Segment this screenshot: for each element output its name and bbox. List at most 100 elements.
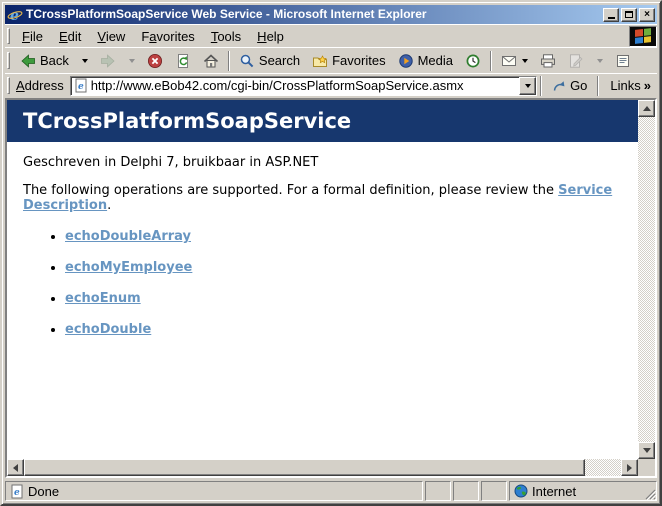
search-button[interactable]: Search: [233, 50, 306, 72]
back-button[interactable]: Back: [14, 50, 75, 72]
close-icon: ×: [644, 8, 650, 20]
list-item: echoEnum: [65, 291, 638, 306]
svg-text:e: e: [78, 82, 84, 92]
addressbar-separator: [597, 75, 600, 96]
horizontal-scroll-track[interactable]: [24, 459, 621, 476]
address-label: Address: [16, 78, 64, 93]
page-title: TCrossPlatformSoapService: [7, 100, 638, 142]
edit-dropdown[interactable]: [590, 56, 609, 66]
go-label: Go: [570, 78, 588, 93]
home-button[interactable]: [197, 50, 225, 72]
status-pane-empty: [453, 481, 479, 501]
window-title: TCrossPlatformSoapService Web Service - …: [26, 7, 427, 21]
history-button[interactable]: [459, 50, 487, 72]
close-button[interactable]: ×: [639, 7, 655, 22]
arrow-down-icon: [642, 448, 651, 453]
page-intro: The following operations are supported. …: [23, 183, 613, 213]
operations-list: echoDoubleArray echoMyEmployee echoEnum …: [7, 229, 638, 337]
statusbar: e Done Internet: [5, 478, 657, 501]
search-icon: [240, 54, 254, 67]
menu-help[interactable]: Help: [249, 27, 292, 46]
vertical-scroll-track[interactable]: [638, 117, 655, 442]
refresh-button[interactable]: [169, 50, 197, 72]
search-label: Search: [258, 53, 301, 68]
maximize-button[interactable]: [621, 7, 637, 22]
operation-link-echoEnum[interactable]: echoEnum: [65, 291, 141, 306]
page-subtitle: Geschreven in Delphi 7, bruikbaar in ASP…: [23, 155, 319, 170]
discuss-button[interactable]: [609, 50, 637, 72]
operation-link-echoMyEmployee[interactable]: echoMyEmployee: [65, 260, 192, 275]
menu-edit[interactable]: Edit: [51, 27, 89, 46]
menu-favorites[interactable]: Favorites: [133, 27, 202, 46]
favorites-label: Favorites: [332, 53, 386, 68]
chevron-down-icon: [81, 58, 88, 63]
favorites-star-icon: [313, 54, 328, 67]
chevron-down-icon: [522, 58, 528, 63]
status-pane-empty: [425, 481, 451, 501]
status-pane: e Done: [5, 481, 423, 501]
go-button[interactable]: Go: [545, 75, 594, 96]
addressbar: Address e Go Links »: [5, 73, 657, 97]
forward-dropdown[interactable]: [122, 56, 141, 66]
globe-icon: [514, 484, 528, 498]
links-label: Links: [610, 78, 641, 93]
forward-button[interactable]: [94, 50, 122, 72]
back-arrow-icon: [21, 53, 35, 68]
menu-tools[interactable]: Tools: [203, 27, 249, 46]
horizontal-scrollbar[interactable]: [7, 459, 638, 476]
list-item: echoMyEmployee: [65, 260, 638, 275]
browser-viewport: TCrossPlatformSoapService Geschreven in …: [5, 98, 657, 478]
arrow-right-icon: [627, 463, 632, 472]
stop-button[interactable]: [141, 50, 169, 72]
scroll-up-button[interactable]: [638, 100, 655, 117]
toolbar-grip[interactable]: [7, 51, 10, 70]
home-icon: [203, 53, 218, 67]
operation-link-echoDoubleArray[interactable]: echoDoubleArray: [65, 229, 191, 244]
address-input[interactable]: [90, 77, 517, 94]
browser-window: e TCrossPlatformSoapService Web Service …: [0, 0, 662, 506]
media-icon: [398, 53, 413, 68]
toolbar-separator: [227, 50, 230, 71]
edit-pencil-icon: [570, 53, 583, 68]
links-button[interactable]: Links »: [602, 76, 655, 95]
resize-grip[interactable]: [643, 487, 656, 500]
mail-button[interactable]: [495, 50, 534, 72]
arrow-up-icon: [642, 106, 651, 111]
menubar: File Edit View Favorites Tools Help: [5, 24, 657, 47]
status-pane-empty: [481, 481, 507, 501]
edit-button[interactable]: [562, 50, 590, 72]
page-icon: e: [75, 78, 87, 93]
scroll-left-button[interactable]: [7, 459, 24, 476]
back-dropdown[interactable]: [75, 56, 94, 66]
list-item: echoDouble: [65, 322, 638, 337]
address-dropdown-button[interactable]: [519, 76, 537, 95]
address-combo: e: [69, 75, 538, 96]
minimize-icon: [607, 17, 615, 19]
chevron-down-icon: [597, 58, 603, 63]
print-icon: [541, 53, 555, 68]
chevron-down-icon: [525, 83, 532, 88]
scroll-down-button[interactable]: [638, 442, 655, 459]
favorites-button[interactable]: Favorites: [306, 50, 391, 72]
media-button[interactable]: Media: [392, 50, 459, 72]
menu-view[interactable]: View: [89, 27, 133, 46]
svg-text:e: e: [10, 8, 19, 23]
svg-text:e: e: [14, 488, 20, 498]
horizontal-scroll-thumb[interactable]: [24, 459, 586, 476]
windows-flag-icon: [635, 28, 651, 44]
menubar-grip[interactable]: [7, 28, 10, 44]
print-button[interactable]: [534, 50, 562, 72]
minimize-button[interactable]: [603, 7, 619, 22]
status-text: Done: [28, 483, 60, 499]
titlebar[interactable]: e TCrossPlatformSoapService Web Service …: [5, 5, 657, 24]
discuss-icon: [617, 54, 629, 67]
addressbar-grip[interactable]: [7, 77, 10, 94]
scrollbar-corner: [638, 459, 655, 476]
page-icon: e: [11, 484, 23, 498]
stop-icon: [147, 53, 162, 68]
operation-link-echoDouble[interactable]: echoDouble: [65, 322, 151, 337]
vertical-scrollbar[interactable]: [638, 100, 655, 459]
scroll-right-button[interactable]: [621, 459, 638, 476]
page-content: TCrossPlatformSoapService Geschreven in …: [7, 100, 638, 459]
menu-file[interactable]: File: [14, 27, 51, 46]
